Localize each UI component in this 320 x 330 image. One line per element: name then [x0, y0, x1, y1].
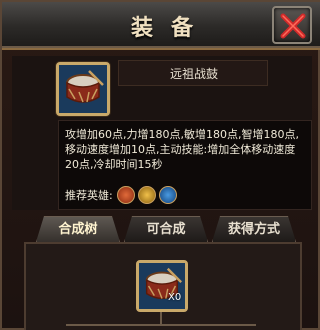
item-icon[interactable]	[56, 62, 110, 116]
item-name: 远祖战鼓	[169, 67, 218, 81]
title-bar: 装备	[2, 2, 320, 50]
recommended-heroes: 推荐英雄:	[65, 185, 180, 205]
war-drum-icon	[59, 65, 107, 113]
close-button[interactable]	[272, 6, 312, 44]
item-description: 攻增加60点,力增180点,敏增180点,智增180点,移动速度增加10点,主动…	[65, 128, 299, 171]
tree-root-count: X0	[168, 292, 182, 303]
hero-icon-strength[interactable]	[116, 186, 135, 204]
item-description-box: 攻增加60点,力增180点,敏增180点,智增180点,移动速度增加10点,主动…	[58, 120, 312, 210]
tab-synthesis-tree[interactable]: 合成树	[36, 216, 120, 242]
tree-root-item[interactable]	[136, 260, 188, 312]
tab-craftable[interactable]: 可合成	[124, 216, 208, 242]
hero-icon-intelligence[interactable]	[158, 186, 177, 204]
equipment-panel: 装备 远祖战鼓 攻增加60点,力增180点,敏增180点,智增180点,移动速度…	[0, 0, 320, 330]
tree-connector	[66, 324, 256, 326]
tree-connector	[160, 312, 162, 324]
tab-obtain-method[interactable]: 获得方式	[212, 216, 296, 242]
item-name-box: 远祖战鼓	[118, 60, 268, 86]
recommend-label: 推荐英雄:	[65, 189, 113, 202]
hero-icon-agility[interactable]	[137, 186, 156, 204]
close-icon	[280, 13, 306, 39]
